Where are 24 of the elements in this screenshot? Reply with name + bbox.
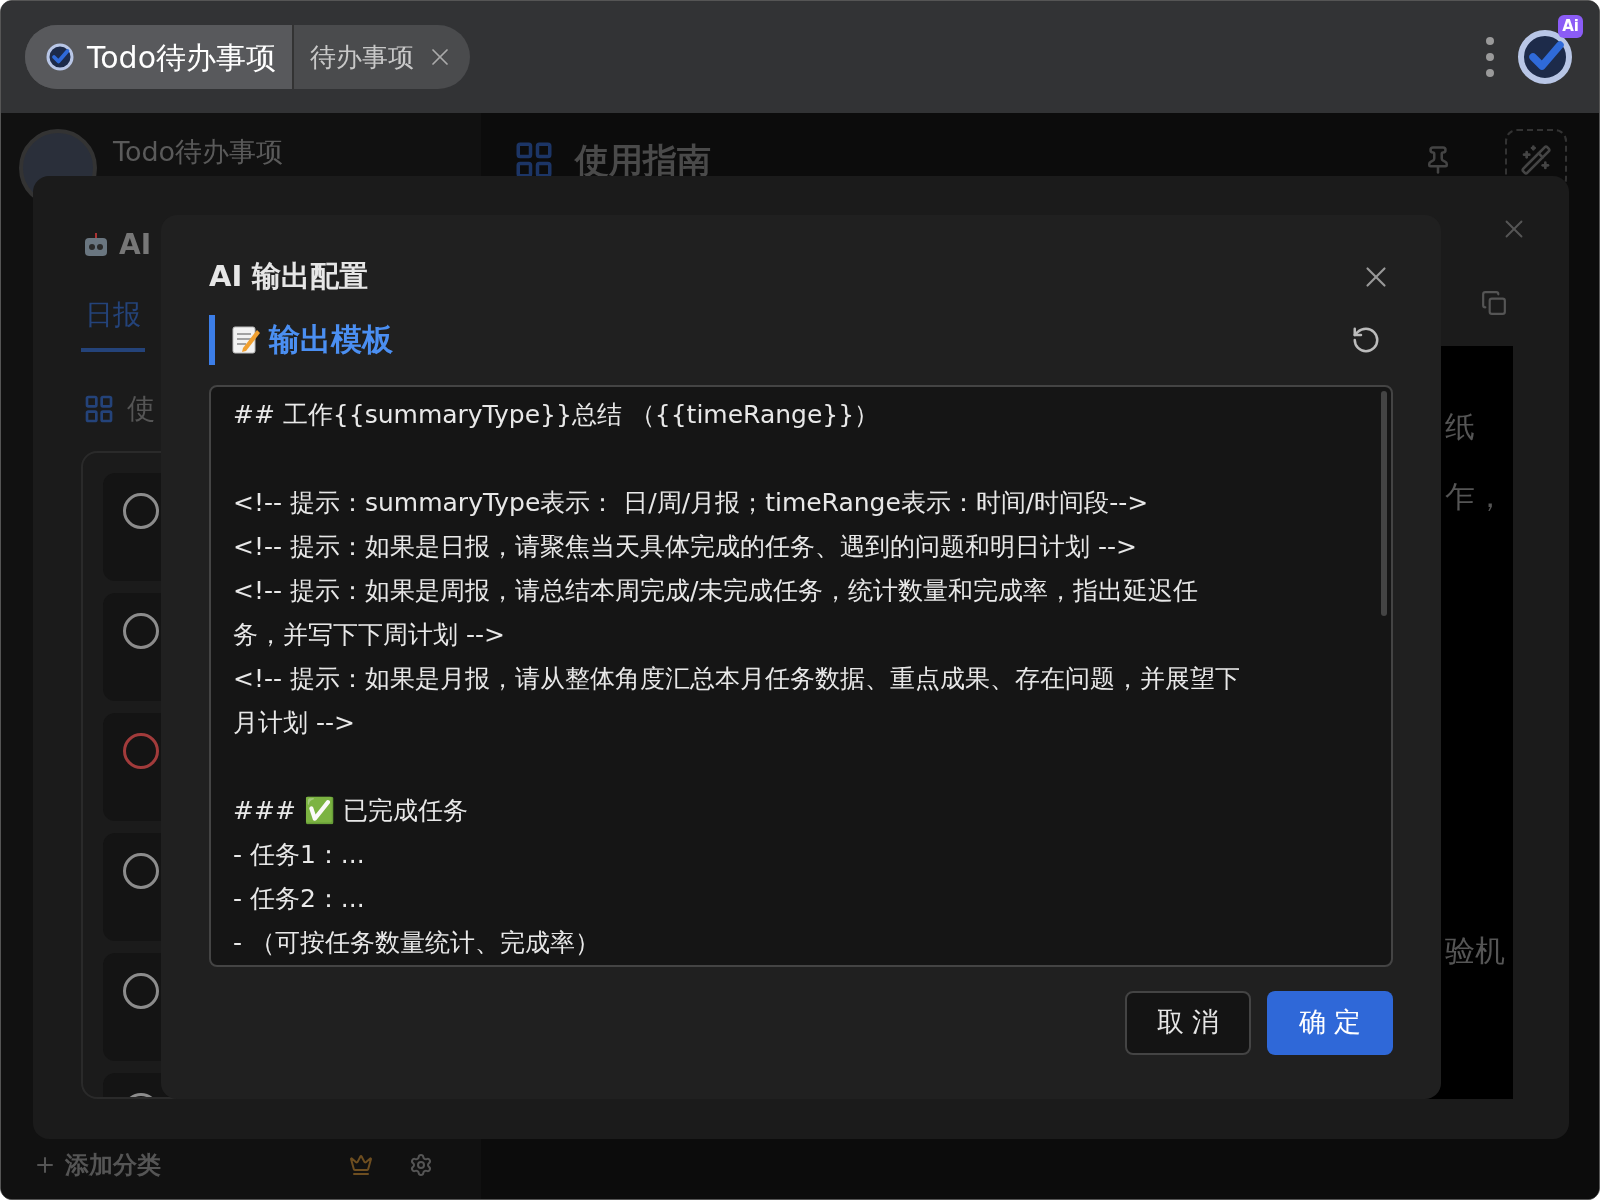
scrollbar-thumb[interactable] (1381, 390, 1387, 616)
dialog-title: AI 输出配置 (209, 258, 369, 295)
section-label: 使 (127, 391, 155, 427)
ai-badge: Ai (1558, 15, 1583, 38)
app-name: Todo待办事项 (113, 134, 284, 169)
section-title: 输出模板 (269, 320, 393, 360)
magic-wand-icon (1520, 144, 1552, 176)
page-title: 使用指南 (575, 138, 711, 182)
crown-icon[interactable] (349, 1153, 373, 1177)
dialog-title: AI (119, 227, 152, 263)
window-tab[interactable]: Todo待办事项 (25, 25, 292, 89)
copy-icon[interactable] (1481, 290, 1507, 316)
check-circle-icon (45, 42, 75, 72)
grid-icon (83, 393, 115, 425)
cancel-button[interactable]: 取 消 (1125, 990, 1251, 1055)
confirm-button[interactable]: 确 定 (1267, 990, 1393, 1055)
preview-text: 纸 (1445, 408, 1475, 446)
memo-icon (231, 323, 261, 356)
window-tab[interactable]: 待办事项 (292, 25, 470, 89)
settings-icon[interactable] (409, 1153, 433, 1177)
preview-text: 乍， (1445, 478, 1505, 516)
preview-text: 验机 (1445, 932, 1505, 970)
template-field[interactable]: ## 工作{{summaryType}}总结 （{{timeRange}}） <!-- 提示：summaryType表示： 日/周/月报；timeRange表示：时间/时间段--> <!-- 提示：如果是日报，请聚焦当天具体完成的任务、遇到的问题和明日计划 --> <!-- 提示：如果是周报，请总结本周完成/未完成任务，统计数量和完成率，指出延迟任务，并写下下周计划 --> <!-- 提示：如果是月报，请从整体角度汇总本月任务数据、重点成果、存在问题，并展望下月计划 --> ### ✅ 已完成任务 - 任务1：... - 任务2：... - （可按任务数量统计、完成率） (209, 384, 1393, 967)
more-icon[interactable] (1485, 35, 1495, 79)
